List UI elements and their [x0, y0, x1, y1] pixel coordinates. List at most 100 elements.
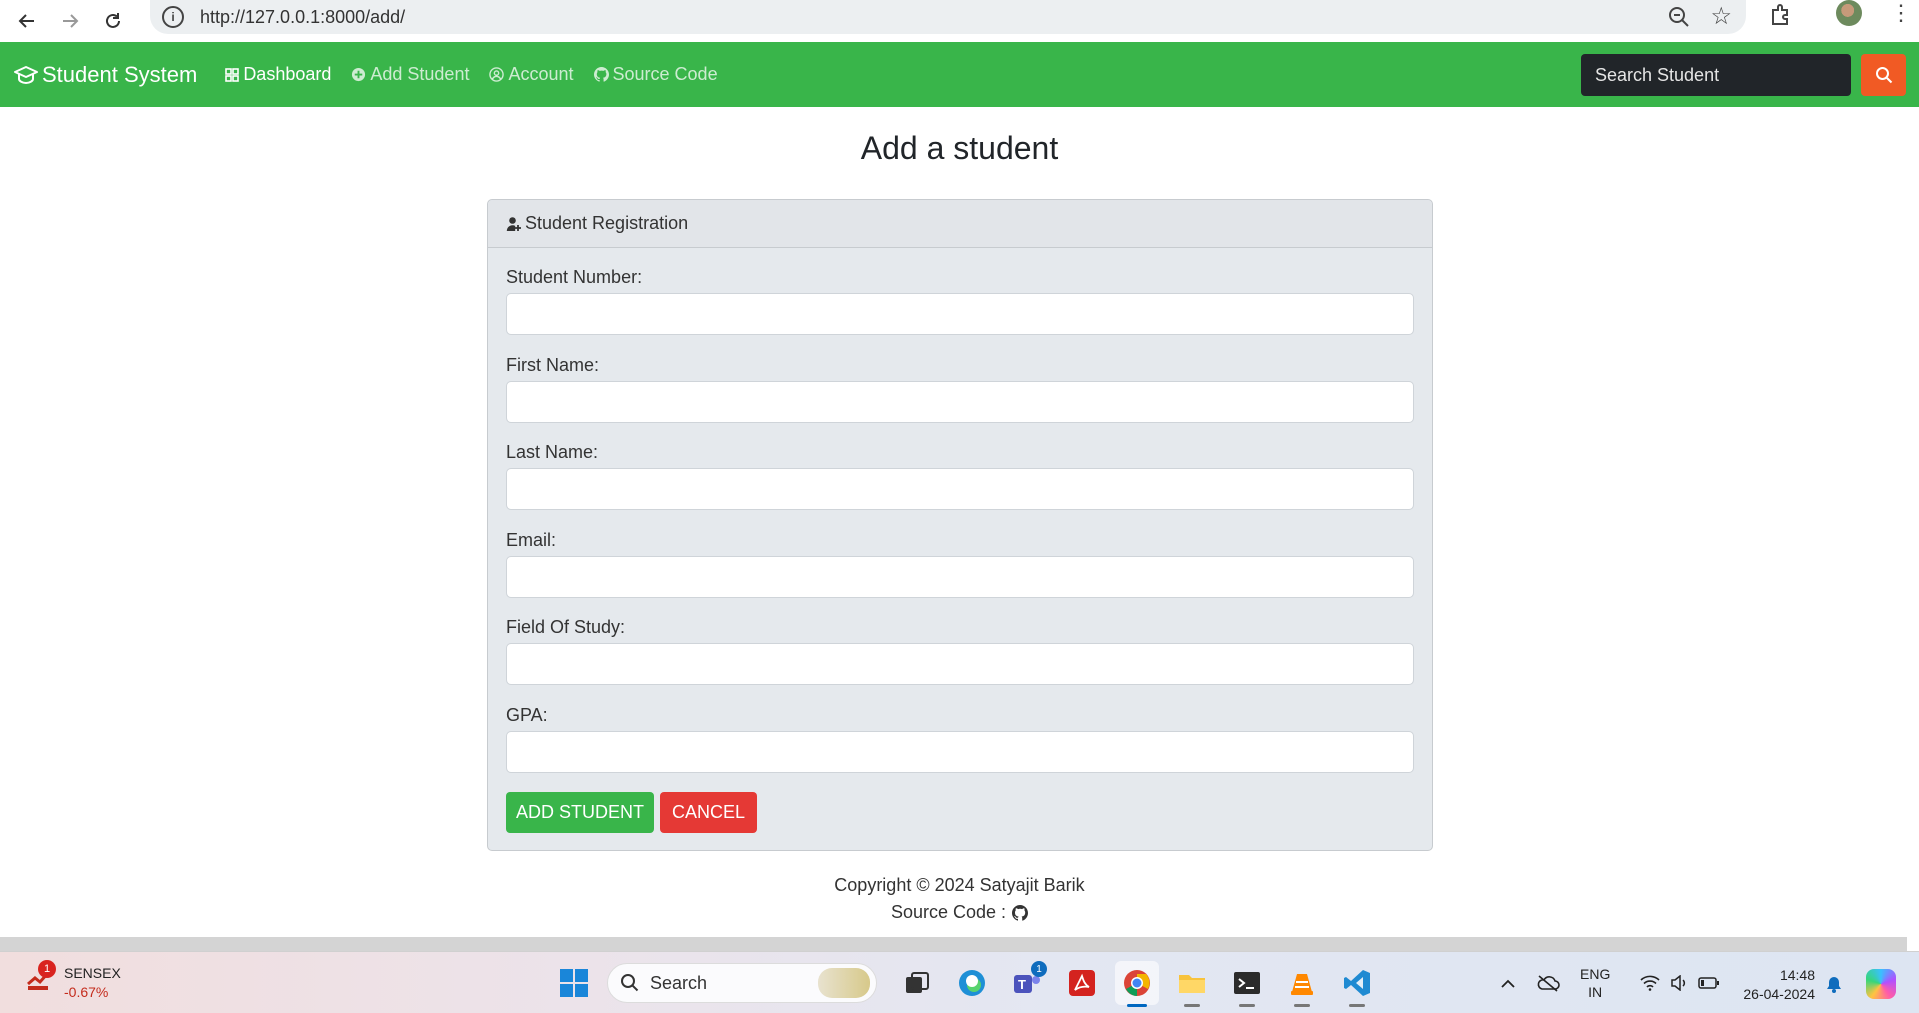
nav-account-label: Account [508, 64, 574, 84]
taskbar-clock[interactable]: 14:48 26-04-2024 [1735, 966, 1815, 1004]
nav-source-code-label: Source Code [612, 64, 718, 84]
footer-copyright: Copyright © 2024 Satyajit Barik [834, 875, 1085, 895]
arrow-left-icon [18, 14, 34, 28]
taskbar-search-label: Search [650, 972, 708, 993]
brand-link[interactable]: Student System [14, 62, 197, 88]
stock-widget[interactable]: 1 SENSEX -0.67% [26, 960, 121, 1002]
registration-card: Student Registration Student Number: Fir… [487, 199, 1433, 851]
gpa-field[interactable] [506, 731, 1414, 773]
address-bar[interactable]: i http://127.0.0.1:8000/add/ ☆ [150, 0, 1746, 34]
browser-toolbar: i http://127.0.0.1:8000/add/ ☆ ⋮ [0, 0, 1919, 42]
terminal-icon [1234, 972, 1260, 994]
reload-button[interactable] [98, 6, 128, 36]
copilot-icon[interactable] [1866, 969, 1896, 999]
show-hidden-icons[interactable] [1500, 977, 1516, 989]
footer-source: Source Code : [0, 902, 1919, 923]
language-indicator[interactable]: ENG IN [1580, 965, 1610, 1001]
speaker-icon [1671, 975, 1686, 991]
chrome-app[interactable] [1115, 961, 1159, 1007]
field-of-study-field[interactable] [506, 643, 1414, 685]
vlc-app[interactable] [1280, 961, 1324, 1007]
stock-change: -0.67% [64, 984, 109, 1000]
cloud-offline-icon [1537, 975, 1560, 992]
nav-add-student-label: Add Student [370, 64, 470, 84]
lang-top: ENG [1580, 966, 1611, 982]
card-header: Student Registration [488, 200, 1432, 248]
search-icon [621, 974, 639, 992]
info-icon[interactable]: i [162, 6, 184, 28]
edge-app[interactable] [950, 961, 994, 1005]
student-search-input[interactable] [1581, 54, 1851, 96]
active-indicator [1127, 1004, 1147, 1007]
add-student-button[interactable]: ADD STUDENT [506, 792, 654, 833]
chevron-up-icon [1501, 979, 1515, 988]
onedrive-status[interactable] [1536, 974, 1560, 992]
stock-badge: 1 [38, 960, 56, 978]
student-number-field[interactable] [506, 293, 1414, 335]
vscode-icon [1344, 970, 1370, 996]
zoom-icon[interactable] [1666, 4, 1692, 30]
url-text[interactable]: http://127.0.0.1:8000/add/ [200, 7, 405, 28]
github-icon[interactable] [1012, 904, 1029, 921]
teams-app[interactable]: T 1 [1005, 961, 1049, 1005]
taskbar-search[interactable]: Search [607, 963, 877, 1003]
running-indicator [1184, 1004, 1200, 1007]
student-number-label: Student Number: [506, 267, 643, 287]
terminal-app[interactable] [1225, 961, 1269, 1007]
edge-icon [959, 970, 985, 996]
nav-source-code[interactable]: Source Code [593, 64, 718, 85]
forward-button[interactable] [55, 6, 85, 36]
back-button[interactable] [12, 6, 42, 36]
vlc-icon [1291, 974, 1313, 995]
lang-bottom: IN [1588, 984, 1603, 1000]
search-button[interactable] [1861, 54, 1906, 96]
gpa-label: GPA: [506, 705, 548, 725]
email-label: Email: [506, 530, 557, 550]
notification-button[interactable] [1825, 975, 1843, 998]
email-field[interactable] [506, 556, 1414, 598]
clock-date: 26-04-2024 [1743, 986, 1815, 1002]
folder-icon [1179, 975, 1205, 993]
first-name-field[interactable] [506, 381, 1414, 423]
search-icon [1875, 67, 1892, 84]
running-indicator [1294, 1004, 1310, 1007]
wifi-icon [1640, 975, 1660, 991]
last-name-label: Last Name: [506, 442, 599, 462]
last-name-field[interactable] [506, 468, 1414, 510]
grid-icon [225, 67, 240, 82]
nav-dashboard[interactable]: Dashboard [225, 64, 331, 85]
search-highlight-icon [818, 968, 870, 998]
stock-name: SENSEX [64, 965, 121, 981]
bookmark-star-icon[interactable]: ☆ [1710, 2, 1732, 31]
system-tray: ENG IN [1500, 952, 1740, 1013]
battery-status[interactable] [1698, 976, 1720, 990]
browser-menu-icon[interactable]: ⋮ [1890, 2, 1912, 24]
wifi-status[interactable] [1640, 975, 1660, 991]
card-header-title: Student Registration [525, 213, 689, 233]
arrow-right-icon [63, 14, 79, 28]
file-explorer-app[interactable] [1170, 961, 1214, 1007]
cancel-button[interactable]: CANCEL [660, 792, 757, 833]
nav-account[interactable]: Account [489, 64, 574, 85]
profile-avatar[interactable] [1836, 0, 1862, 26]
acrobat-app[interactable] [1060, 961, 1104, 1005]
extensions-icon[interactable] [1768, 2, 1794, 28]
battery-icon [1698, 977, 1720, 989]
page-title: Add a student [860, 130, 1059, 166]
chrome-icon [1124, 970, 1150, 996]
vscode-app[interactable] [1335, 961, 1379, 1007]
os-taskbar: 1 SENSEX -0.67% Search T 1 ENG IN 14:48 … [0, 951, 1919, 1013]
first-name-label: First Name: [506, 355, 600, 375]
running-indicator [1239, 1004, 1255, 1007]
brand-label: Student System [42, 61, 198, 87]
task-view-button[interactable] [895, 961, 939, 1005]
start-button[interactable] [552, 961, 596, 1005]
nav-add-student[interactable]: Add Student [351, 64, 469, 85]
volume-status[interactable] [1670, 975, 1688, 991]
graduation-cap-icon [14, 65, 38, 84]
running-indicator [1349, 1004, 1365, 1007]
horizontal-scrollbar[interactable] [0, 937, 1907, 951]
teams-badge: 1 [1031, 961, 1047, 977]
task-view-icon [906, 972, 929, 993]
windows-icon [560, 969, 588, 997]
